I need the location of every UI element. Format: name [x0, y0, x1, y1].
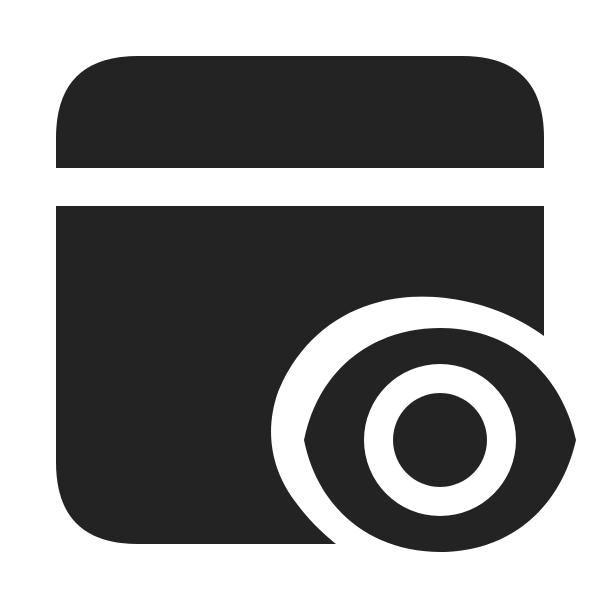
window-eye-icon [56, 56, 576, 552]
eye-pupil-icon [393, 393, 487, 487]
icon-canvas [0, 0, 600, 600]
window-header-icon [56, 56, 544, 168]
